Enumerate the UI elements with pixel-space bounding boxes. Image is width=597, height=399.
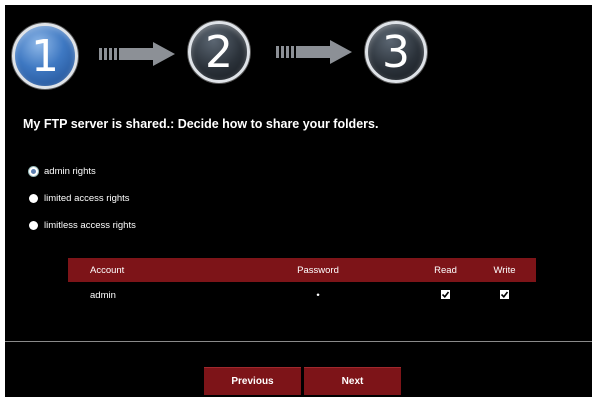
radio-label: admin rights [44,166,96,177]
step-3-number: 3 [382,26,410,78]
read-checkbox[interactable] [441,290,450,300]
account-cell: admin [90,289,116,301]
table-row: admin • [68,282,536,308]
page-title: My FTP server is shared.: Decide how to … [23,117,379,131]
next-button[interactable]: Next [304,367,401,395]
step-1-circle: 1 [12,23,78,89]
radio-selected-icon[interactable] [29,167,38,176]
radio-label: limited access rights [44,193,130,204]
radio-admin-rights[interactable]: admin rights [29,166,96,177]
arrow-right-icon [99,42,175,66]
step-2-circle: 2 [188,21,250,83]
radio-icon[interactable] [29,194,38,203]
column-header-account: Account [90,264,125,276]
read-cell [418,290,473,301]
write-cell [473,290,536,301]
write-checkbox[interactable] [500,290,509,300]
wizard-panel: 1 2 3 My FTP server is shared.: Decide h… [5,5,592,397]
column-header-read: Read [434,264,457,276]
column-header-password: Password [297,264,339,276]
account-permissions-table: Account Password Read Write admin • [68,258,536,308]
divider [5,341,592,342]
radio-label: limitless access rights [44,220,136,231]
table-header: Account Password Read Write [68,258,536,282]
column-header-write: Write [493,264,516,276]
checkmark-icon [500,291,509,299]
arrow-right-icon [276,40,352,64]
radio-limitless-access-rights[interactable]: limitless access rights [29,220,136,231]
step-indicator: 1 2 3 [5,5,592,105]
password-cell: • [316,289,320,301]
step-1-number: 1 [31,30,59,82]
previous-button[interactable]: Previous [204,367,301,395]
checkmark-icon [441,291,450,299]
step-2-number: 2 [205,26,233,78]
step-3-circle: 3 [365,21,427,83]
radio-limited-access-rights[interactable]: limited access rights [29,193,130,204]
radio-icon[interactable] [29,221,38,230]
